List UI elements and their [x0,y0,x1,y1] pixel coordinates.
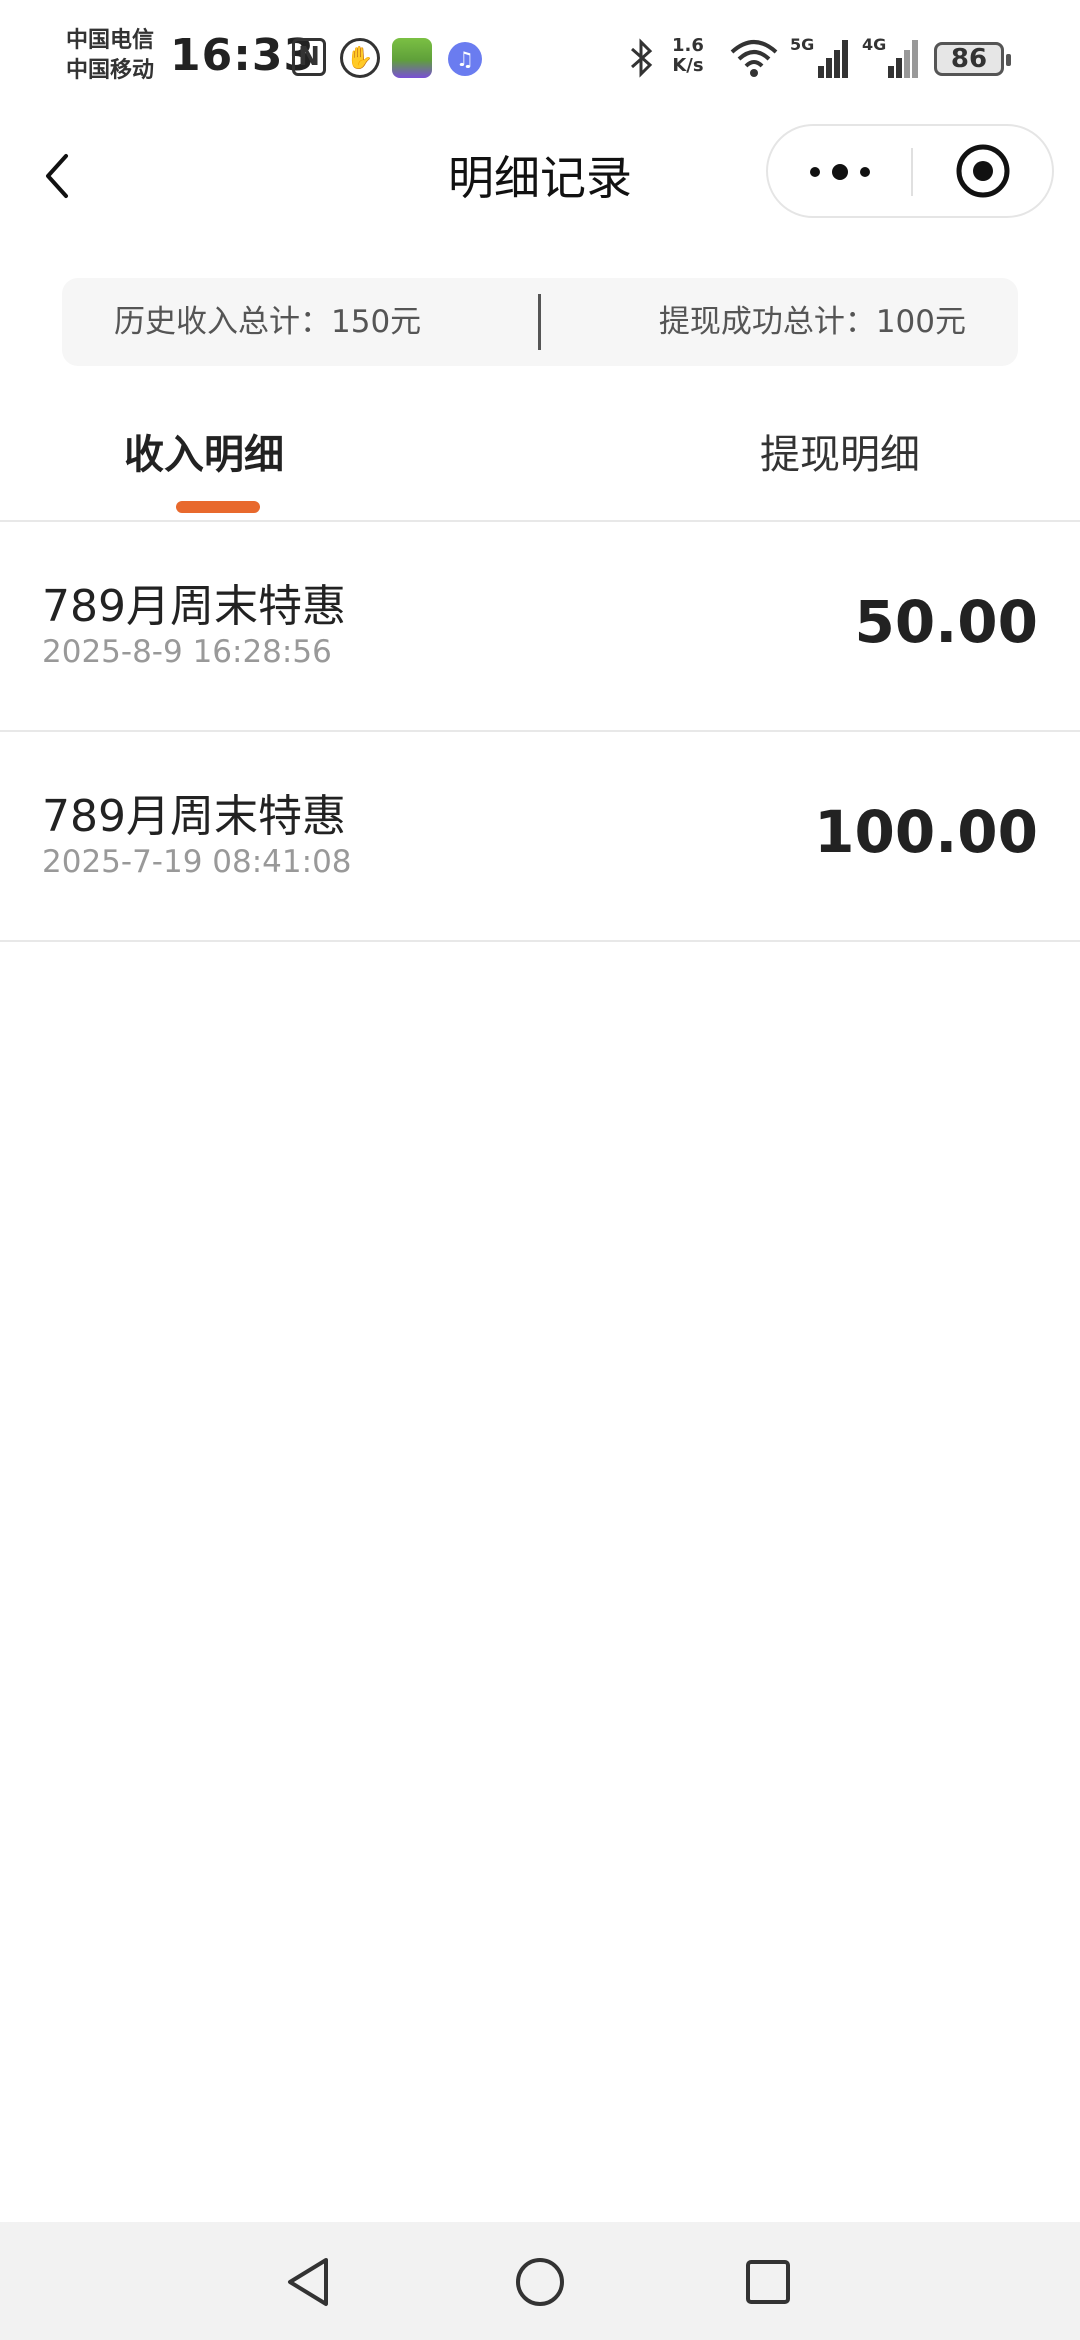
summary-divider [538,294,541,350]
circle-home-icon [516,2258,564,2306]
battery-level: 86 [950,44,988,74]
system-nav-bar [0,2222,1080,2340]
record-amount: 100.00 [814,798,1038,866]
close-miniprogram-button[interactable] [913,126,1054,216]
battery-icon: 86 [934,42,1011,76]
signal-5g-label: 5G [790,35,814,54]
carrier-labels: 中国电信 中国移动 [66,26,154,86]
tab-withdraw[interactable]: 提现明细 [760,422,920,480]
list-item[interactable]: 789月周末特惠 2025-7-19 08:41:08 100.00 [0,732,1080,942]
music-icon: ♫ [448,42,482,76]
tab-income[interactable]: 收入明细 [124,422,284,480]
record-time: 2025-7-19 08:41:08 [42,844,352,880]
nfc-icon: N [292,38,326,76]
system-recents-button[interactable] [738,2252,798,2312]
record-time: 2025-8-9 16:28:56 [42,634,332,670]
carrier-1: 中国电信 [66,28,155,53]
more-dot-icon [832,164,848,180]
summary-card: 历史收入总计：150元 提现成功总计：100元 [62,278,1018,366]
miniprogram-capsule [766,124,1054,218]
income-total: 历史收入总计：150元 [114,304,422,340]
signal-4g-icon: 4G [862,34,922,80]
tab-bar: 收入明细 提现明细 [0,400,1080,522]
target-icon [956,144,1010,198]
square-recents-icon [746,2260,790,2304]
status-bar: 中国电信 中国移动 16:33 N ✋ ♫ 1.6 K/s 5G 4G 86 [0,0,1080,120]
record-title: 789月周末特惠 [42,791,346,842]
hand-icon: ✋ [340,38,380,78]
wifi-icon [728,36,780,80]
active-tab-indicator [176,501,260,513]
record-amount: 50.00 [854,588,1038,656]
signal-4g-label: 4G [862,35,886,54]
system-home-button[interactable] [510,2252,570,2312]
nav-bar: 明细记录 [0,120,1080,230]
net-speed: 1.6 K/s [672,35,704,76]
bluetooth-icon [626,36,658,80]
system-back-button[interactable] [280,2252,340,2312]
more-dot-icon [810,167,820,177]
signal-5g-icon: 5G [790,34,852,80]
triangle-back-icon [288,2258,328,2306]
more-button[interactable] [768,126,911,216]
carrier-2: 中国移动 [66,58,155,83]
record-title: 789月周末特惠 [42,581,346,632]
list-item[interactable]: 789月周末特惠 2025-8-9 16:28:56 50.00 [0,522,1080,732]
game-app-icon [392,38,432,78]
income-list: 789月周末特惠 2025-8-9 16:28:56 50.00 789月周末特… [0,522,1080,942]
more-dot-icon [860,167,870,177]
withdraw-total: 提现成功总计：100元 [658,304,966,340]
